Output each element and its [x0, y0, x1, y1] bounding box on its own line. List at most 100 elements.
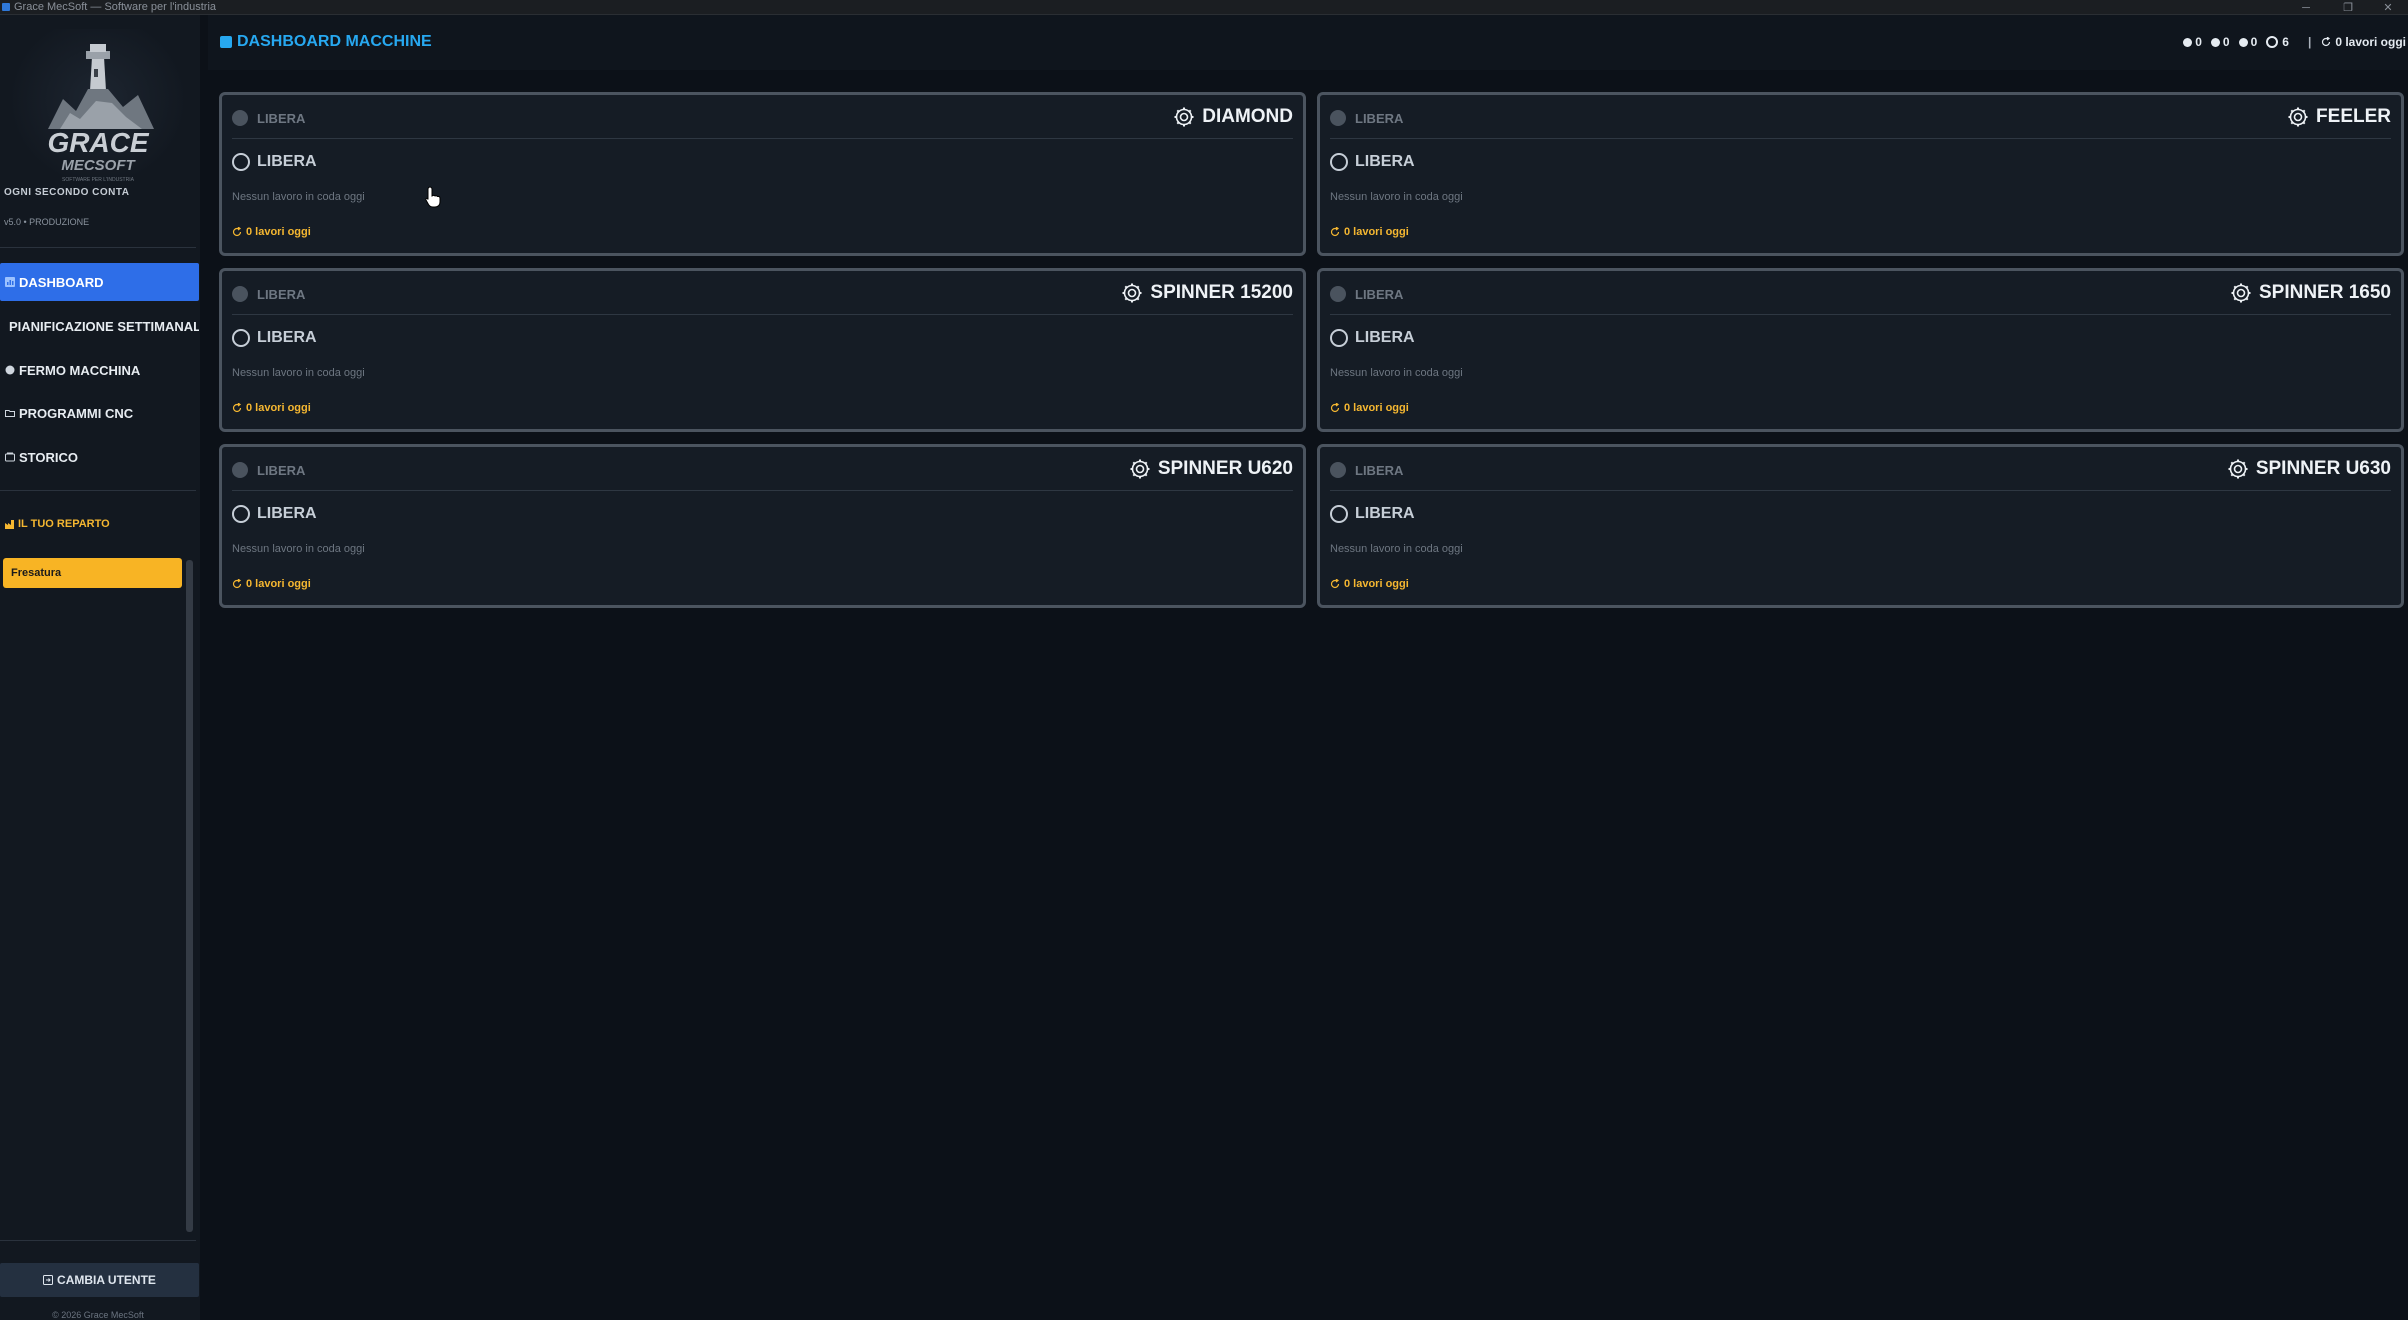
machine-state: LIBERA: [232, 153, 317, 171]
machine-queue-text: Nessun lavoro in coda oggi: [1330, 543, 1463, 555]
status-dot-icon: [1330, 286, 1346, 302]
machine-queue-text: Nessun lavoro in coda oggi: [1330, 191, 1463, 203]
minimize-button[interactable]: ─: [2286, 0, 2326, 15]
svg-text:GRACE: GRACE: [47, 127, 149, 158]
nav-fermo-macchina[interactable]: FERMO MACCHINA: [0, 351, 199, 389]
sidebar-scrollbar[interactable]: [186, 560, 193, 1232]
machine-queue-text: Nessun lavoro in coda oggi: [1330, 367, 1463, 379]
machine-name: DIAMOND: [1174, 106, 1293, 128]
machine-status-label: LIBERA: [1355, 463, 1404, 478]
machine-state-text: LIBERA: [1355, 505, 1415, 522]
machine-name-text: SPINNER U620: [1157, 458, 1293, 479]
stat-count-3-value: 0: [2250, 35, 2258, 49]
card-divider: [232, 314, 1293, 315]
machine-jobs-text: 0 lavori oggi: [246, 578, 311, 590]
card-divider: [1330, 138, 2391, 139]
machine-state: LIBERA: [1330, 153, 1415, 171]
history-icon: [5, 452, 15, 462]
free-circle-icon: [1330, 329, 1348, 347]
machine-name-text: SPINNER 1650: [2258, 282, 2391, 303]
nav-storico[interactable]: STORICO: [0, 438, 199, 476]
dashboard-icon: [220, 36, 232, 48]
app-icon: [2, 3, 10, 11]
machine-state-text: LIBERA: [257, 505, 317, 522]
gear-icon: [1130, 459, 1150, 479]
stat-count-2-value: 0: [2222, 35, 2230, 49]
machine-jobs-text: 0 lavori oggi: [1344, 226, 1409, 238]
page-title: DASHBOARD MACCHINE: [220, 33, 432, 51]
stat-jobs-today-value: 0 lavori oggi: [2335, 35, 2406, 49]
stat-count-1: 0: [2183, 35, 2202, 49]
dashboard-icon: [5, 277, 15, 287]
reparto-section-label: IL TUO REPARTO: [5, 518, 110, 530]
status-dot-icon: [232, 462, 248, 478]
machine-queue-text: Nessun lavoro in coda oggi: [232, 543, 365, 555]
folder-icon: [5, 410, 15, 417]
tagline: OGNI SECONDO CONTA: [4, 187, 130, 198]
stat-divider-text: |: [2307, 35, 2312, 49]
machine-card[interactable]: LIBERA DIAMOND LIBERA Nessun lavoro in coda…: [219, 92, 1306, 256]
machine-jobs-text: 0 lavori oggi: [1344, 402, 1409, 414]
machine-jobs-today: 0 lavori oggi: [232, 402, 311, 414]
stat-free-value: 6: [2282, 35, 2289, 49]
change-user-label: CAMBIA UTENTE: [57, 1273, 156, 1287]
card-divider: [1330, 314, 2391, 315]
svg-text:MECSOFT: MECSOFT: [61, 157, 136, 174]
sidebar-divider: [0, 247, 196, 248]
machine-status-label: LIBERA: [1355, 111, 1404, 126]
svg-text:SOFTWARE PER L'INDUSTRIA: SOFTWARE PER L'INDUSTRIA: [62, 177, 135, 183]
machine-state: LIBERA: [232, 505, 317, 523]
nav-pianificazione-label: PIANIFICAZIONE SETTIMANALE: [9, 318, 199, 334]
machine-state: LIBERA: [232, 329, 317, 347]
refresh-icon: [1330, 579, 1340, 589]
nav-pianificazione[interactable]: PIANIFICAZIONE SETTIMANALE: [0, 307, 199, 345]
machine-status-label: LIBERA: [1355, 287, 1404, 302]
machine-card[interactable]: LIBERA SPINNER U630 LIBERA Nessun lavoro in…: [1317, 444, 2404, 608]
sidebar-divider: [0, 490, 196, 491]
machine-name: SPINNER U630: [2228, 458, 2391, 480]
free-circle-icon: [232, 153, 250, 171]
refresh-icon: [1330, 227, 1340, 237]
nav-programmi-cnc[interactable]: PROGRAMMI CNC: [0, 394, 199, 432]
page-title-text: DASHBOARD MACCHINE: [237, 33, 432, 50]
machine-jobs-today: 0 lavori oggi: [1330, 402, 1409, 414]
status-dot-icon: [2210, 37, 2220, 47]
stop-icon: [5, 365, 15, 375]
machine-state-text: LIBERA: [257, 329, 317, 346]
status-dot-icon: [232, 286, 248, 302]
refresh-icon: [232, 579, 242, 589]
change-user-button[interactable]: CAMBIA UTENTE: [0, 1263, 199, 1297]
machine-jobs-today: 0 lavori oggi: [1330, 578, 1409, 590]
stat-count-3: 0: [2238, 35, 2258, 49]
page-header: DASHBOARD MACCHINE 0 0 0 6 | 0 lavori og…: [208, 15, 2408, 70]
gear-icon: [1122, 283, 1142, 303]
header-stats: 0 0 0 6 | 0 lavori oggi: [2174, 35, 2406, 49]
nav-fermo-macchina-label: FERMO MACCHINA: [19, 362, 141, 378]
machine-status-label: LIBERA: [257, 287, 306, 302]
nav-dashboard[interactable]: DASHBOARD: [0, 263, 199, 301]
stat-divider: |: [2298, 35, 2321, 49]
maximize-button[interactable]: ❐: [2328, 0, 2368, 15]
machine-card[interactable]: LIBERA SPINNER 1650 LIBERA Nessun lavoro in…: [1317, 268, 2404, 432]
machine-jobs-text: 0 lavori oggi: [246, 226, 311, 238]
card-divider: [232, 490, 1293, 491]
brand-logo: GRACE MECSOFT SOFTWARE PER L'INDUSTRIA: [8, 29, 188, 187]
switch-user-icon: [43, 1275, 54, 1285]
machine-card[interactable]: LIBERA SPINNER 15200 LIBERA Nessun lavoro i…: [219, 268, 1306, 432]
machine-name-text: FEELER: [2316, 106, 2391, 127]
machine-jobs-text: 0 lavori oggi: [246, 402, 311, 414]
nav-dashboard-label: DASHBOARD: [19, 274, 104, 290]
machine-state-text: LIBERA: [1355, 153, 1415, 170]
gear-icon: [2288, 107, 2308, 127]
close-window-button[interactable]: ✕: [2368, 0, 2408, 15]
machine-card[interactable]: LIBERA SPINNER U620 LIBERA Nessun lavoro in…: [219, 444, 1306, 608]
status-dot-icon: [232, 110, 248, 126]
machine-name-text: SPINNER U630: [2255, 458, 2391, 479]
reparto-badge[interactable]: Fresatura: [3, 558, 182, 588]
machine-name: SPINNER U620: [1130, 458, 1293, 480]
nav-storico-label: STORICO: [19, 449, 78, 465]
machine-queue-text: Nessun lavoro in coda oggi: [232, 191, 365, 203]
machine-jobs-today: 0 lavori oggi: [232, 578, 311, 590]
free-circle-icon: [2266, 36, 2279, 48]
machine-card[interactable]: LIBERA FEELER LIBERA Nessun lavoro in coda …: [1317, 92, 2404, 256]
